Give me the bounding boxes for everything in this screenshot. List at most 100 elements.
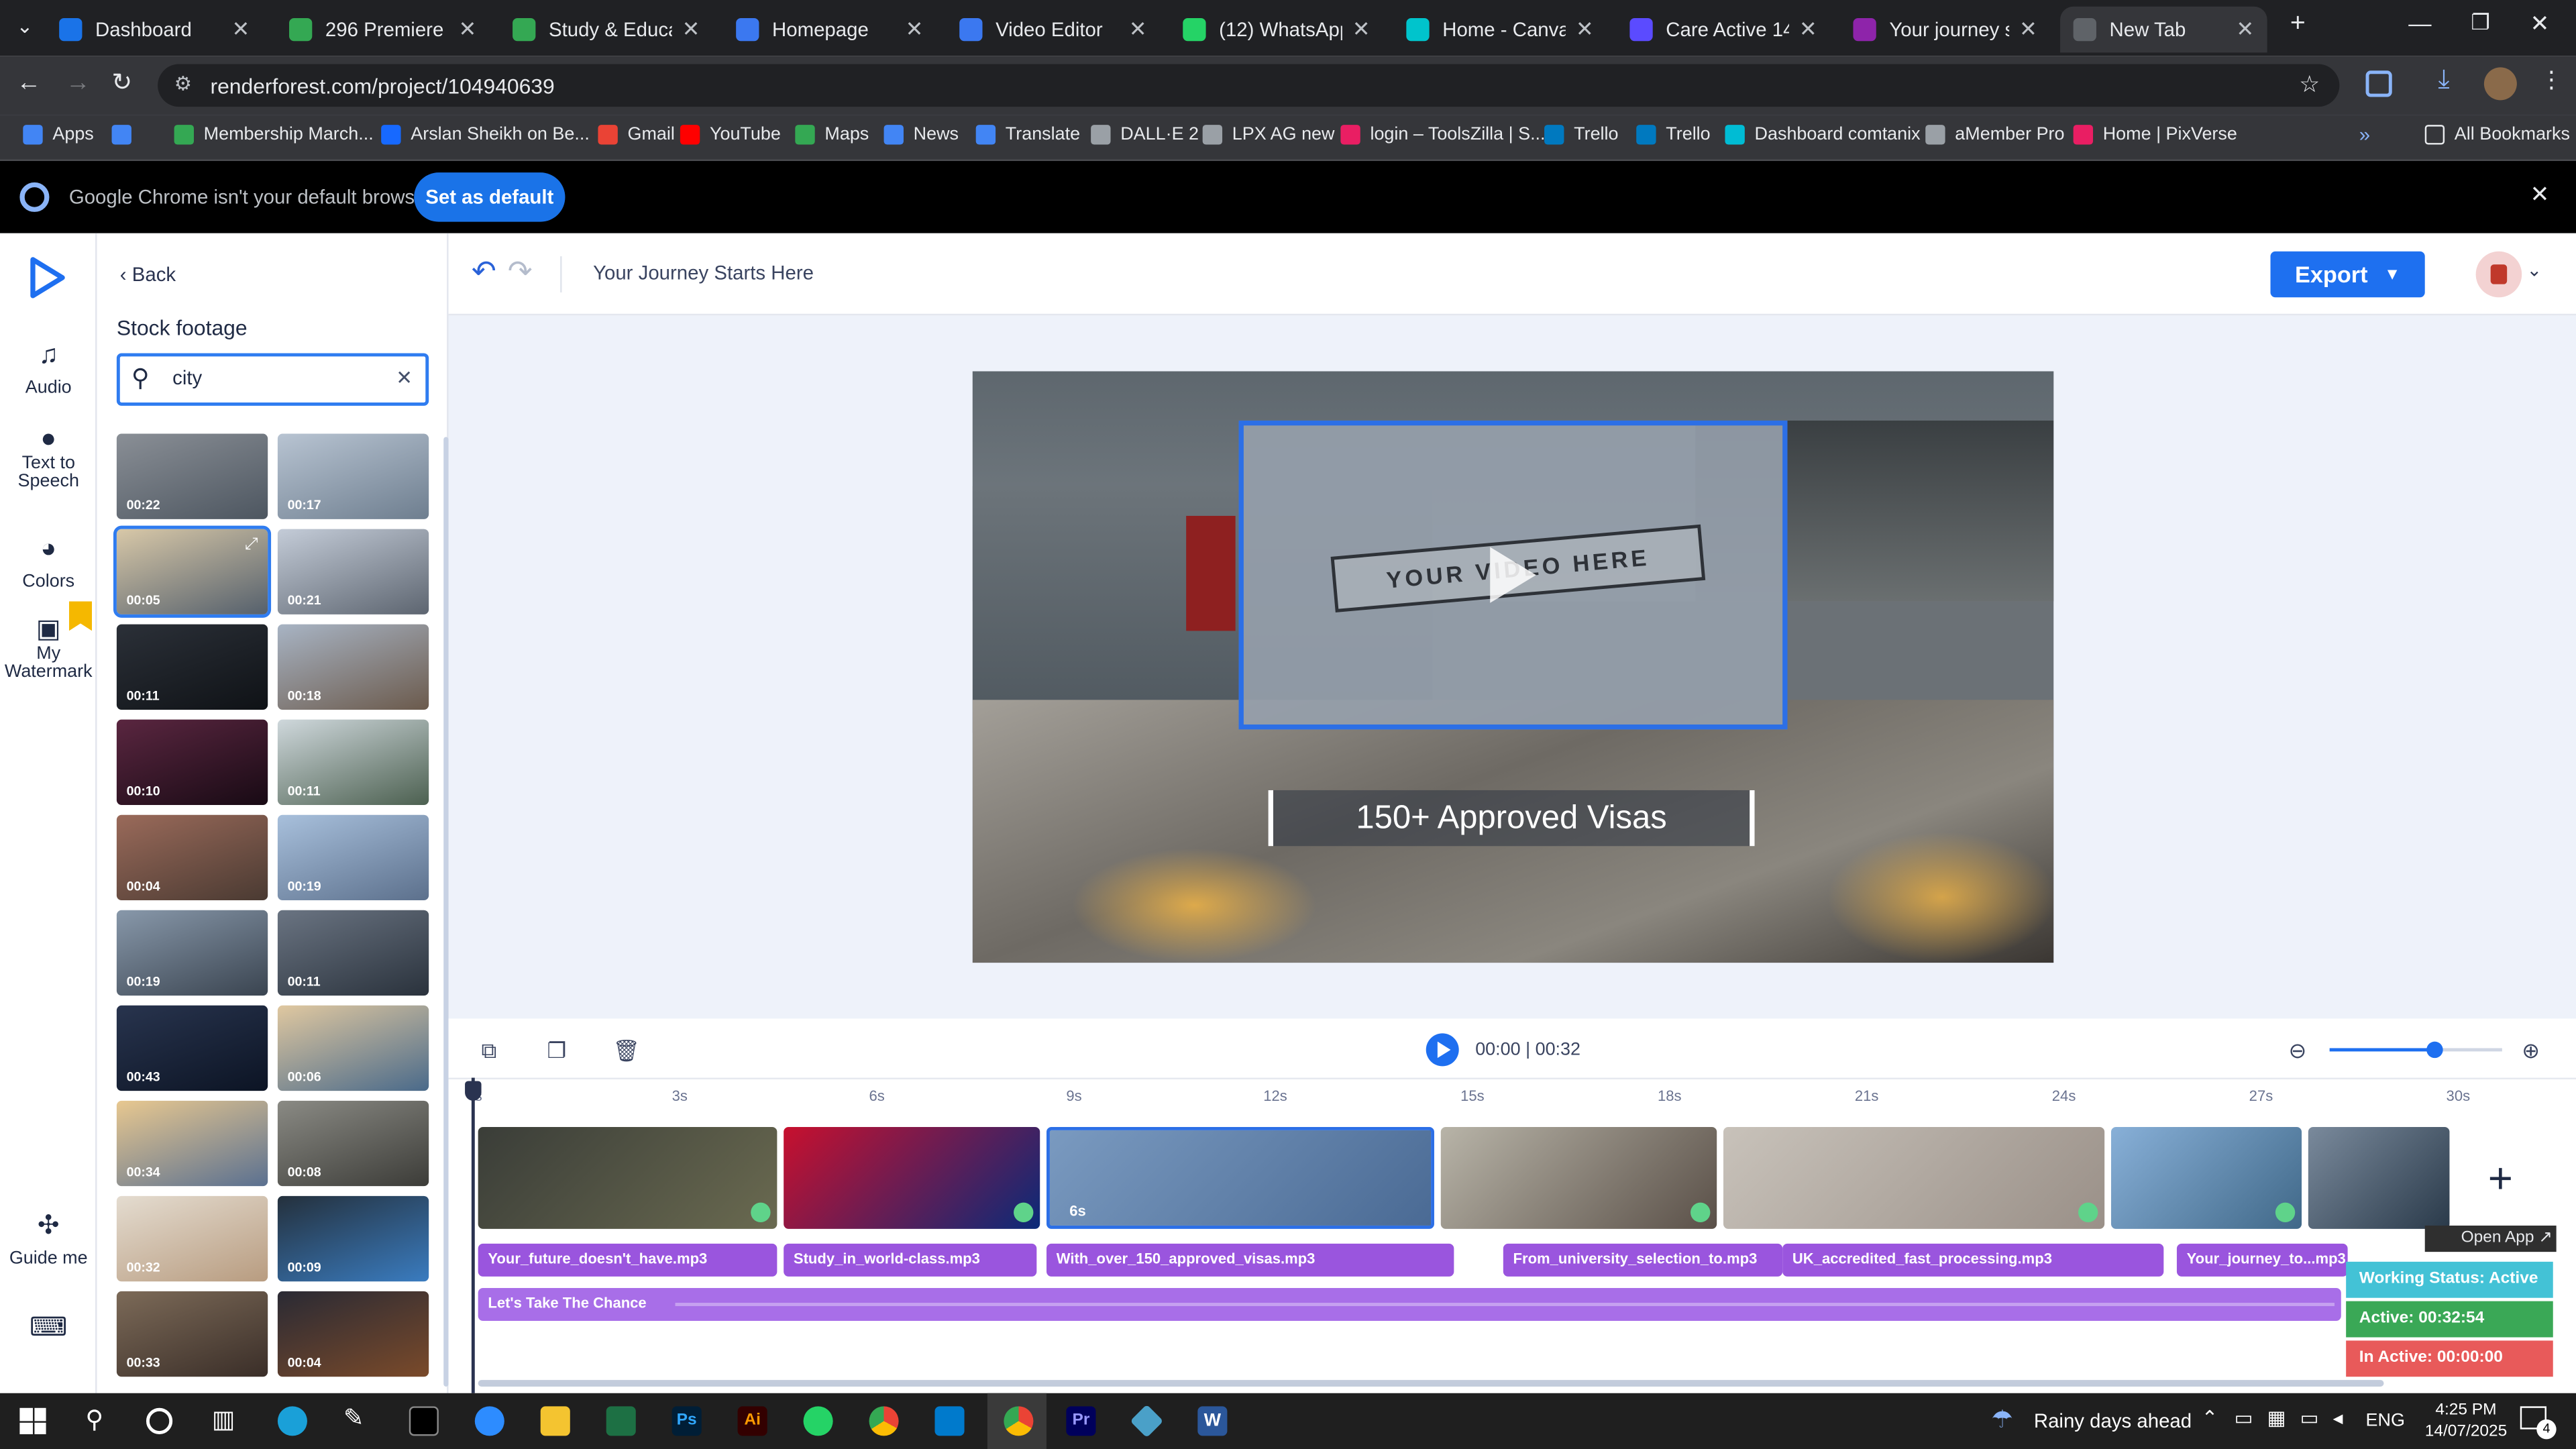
word-icon[interactable]: W — [1197, 1406, 1228, 1436]
tab-close-icon[interactable]: ✕ — [459, 16, 477, 42]
rail-audio[interactable]: ♫ Audio — [0, 341, 97, 397]
panel-scrollbar[interactable] — [443, 437, 449, 1387]
bookmark-item[interactable]: Gmail — [598, 125, 675, 145]
voiceover-track[interactable]: UK_accredited_fast_processing.mp3 — [1782, 1243, 2164, 1277]
set-as-default-button[interactable]: Set as default — [414, 172, 566, 222]
bookmark-item[interactable]: Home | PixVerse — [2073, 125, 2237, 145]
edge-icon[interactable] — [277, 1406, 307, 1436]
scene-clip[interactable] — [784, 1127, 1040, 1229]
voiceover-track[interactable]: From_university_selection_to.mp3 — [1503, 1243, 1783, 1277]
music-track[interactable]: Let's Take The Chance — [478, 1288, 2341, 1321]
chrome-taskbar-icon[interactable] — [869, 1406, 899, 1436]
stock-clip-thumbnail[interactable]: 00:05 ⤢ — [113, 525, 272, 618]
tray-chevron-icon[interactable]: ⌃ — [2202, 1406, 2218, 1429]
bookmark-item[interactable]: YouTube — [680, 125, 781, 145]
stock-clip-thumbnail[interactable]: 00:10 — [116, 719, 268, 806]
search-field[interactable]: ⚲ ✕ — [116, 353, 429, 406]
browser-tab[interactable]: Video Editor ✕ — [947, 7, 1160, 53]
stock-clip-thumbnail[interactable]: 00:21 — [277, 529, 429, 614]
stock-clip-thumbnail[interactable]: 00:11 — [116, 624, 268, 710]
tab-close-icon[interactable]: ✕ — [1352, 16, 1371, 42]
stock-clip-thumbnail[interactable]: 00:33 — [116, 1291, 268, 1377]
stock-clip-thumbnail[interactable]: 00:09 — [277, 1195, 429, 1282]
chrome-active-icon[interactable] — [1004, 1406, 1034, 1436]
scene-clip[interactable] — [1723, 1127, 2105, 1229]
split-scene-icon[interactable]: ⧉ — [482, 1038, 497, 1065]
playhead-line[interactable] — [471, 1077, 475, 1393]
video-placeholder[interactable]: YOUR VIDEO HERE — [1238, 420, 1788, 730]
profile-avatar[interactable] — [2483, 67, 2517, 101]
address-bar[interactable]: ⚙ renderforest.com/project/104940639 ☆ — [158, 64, 2340, 107]
browser-tab[interactable]: Home - Canva ✕ — [1393, 7, 1607, 53]
bookmark-item[interactable]: Dashboard comtanix — [1725, 125, 1921, 145]
browser-tab[interactable]: New Tab ✕ — [2060, 6, 2267, 53]
extensions-icon[interactable] — [2365, 70, 2392, 97]
bookmark-item[interactable]: News — [883, 125, 959, 145]
terminal-icon[interactable] — [409, 1406, 439, 1436]
account-chevron-icon[interactable]: ⌄ — [2527, 260, 2542, 280]
back-link[interactable]: ‹ Back — [120, 263, 176, 286]
photoshop-icon[interactable]: Ps — [672, 1406, 702, 1436]
browser-tab[interactable]: Care Active 14.7.2 ✕ — [1617, 7, 1830, 53]
stock-clip-thumbnail[interactable]: 00:22 — [116, 433, 268, 519]
redo-icon[interactable]: ↷ — [508, 255, 533, 289]
stock-clip-thumbnail[interactable]: 00:32 — [116, 1195, 268, 1282]
browser-tab[interactable]: 296 Premiere Pro ✕ — [276, 7, 489, 53]
meet-now-icon[interactable]: ▭ — [2235, 1406, 2253, 1429]
bookmark-item[interactable]: DALL·E 2 — [1091, 125, 1199, 145]
tab-close-icon[interactable]: ✕ — [2019, 16, 2037, 42]
playhead-handle[interactable] — [465, 1081, 482, 1101]
browser-tab[interactable]: Dashboard ✕ — [46, 7, 263, 53]
caption-text[interactable]: 150+ Approved Visas — [1268, 790, 1755, 847]
restore-window-icon[interactable]: ❐ — [2471, 10, 2490, 36]
all-bookmarks[interactable]: All Bookmarks — [2424, 125, 2570, 145]
zoom-slider-track[interactable] — [2329, 1041, 2502, 1059]
cortana-icon[interactable] — [146, 1407, 173, 1434]
pen-icon[interactable]: ✎ — [343, 1403, 364, 1433]
close-infobar-icon[interactable]: ✕ — [2530, 180, 2549, 209]
clock[interactable]: 4:25 PM 14/07/2025 — [2425, 1400, 2508, 1443]
close-window-icon[interactable]: ✕ — [2530, 10, 2549, 38]
new-tab-plus-icon[interactable]: + — [2290, 10, 2306, 40]
bookmark-item[interactable]: login – ToolsZilla | S... — [1340, 125, 1546, 145]
tab-close-icon[interactable]: ✕ — [682, 16, 700, 42]
keyboard-icon[interactable]: ⌨ — [0, 1311, 97, 1344]
app-diamond-icon[interactable] — [1130, 1404, 1164, 1438]
tab-close-icon[interactable]: ✕ — [2236, 16, 2254, 42]
stock-clip-thumbnail[interactable]: 00:04 — [277, 1291, 429, 1377]
search-taskbar-icon[interactable]: ⚲ — [85, 1405, 103, 1434]
scene-clip[interactable]: 6s — [1046, 1127, 1434, 1229]
stock-clip-thumbnail[interactable]: 00:08 — [277, 1100, 429, 1187]
stock-clip-thumbnail[interactable]: 00:11 — [277, 719, 429, 806]
display-icon[interactable]: ▭ — [2300, 1406, 2319, 1429]
scene-clip[interactable] — [2308, 1127, 2450, 1229]
bookmark-item[interactable]: Maps — [795, 125, 869, 145]
browser-tab[interactable]: (12) WhatsApp ✕ — [1170, 7, 1383, 53]
illustrator-icon[interactable]: Ai — [737, 1406, 767, 1436]
browser-tab[interactable]: Homepage ✕ — [723, 7, 936, 53]
forward-arrow-icon[interactable]: → — [66, 69, 91, 97]
stock-clip-thumbnail[interactable]: 00:17 — [277, 433, 429, 519]
export-button[interactable]: Export ▼ — [2270, 251, 2425, 298]
stock-clip-thumbnail[interactable]: 00:43 — [116, 1005, 268, 1091]
tab-search-icon[interactable]: ⌄ — [16, 15, 33, 38]
reload-icon[interactable]: ↻ — [112, 67, 133, 97]
site-info-icon[interactable]: ⚙ — [174, 72, 192, 95]
more-bookmarks-icon[interactable]: » — [2359, 123, 2370, 146]
open-app-link[interactable]: Open App ↗ — [2424, 1225, 2557, 1252]
stock-clip-thumbnail[interactable]: 00:19 — [277, 814, 429, 901]
back-arrow-icon[interactable]: ← — [16, 69, 41, 97]
expand-preview-icon[interactable]: ⤢ — [245, 535, 258, 553]
search-input[interactable] — [172, 366, 370, 390]
zoom-in-icon[interactable]: ⊕ — [2522, 1038, 2540, 1065]
rail-my-watermark[interactable]: ▣ My Watermark — [0, 617, 97, 682]
renderforest-logo[interactable] — [28, 256, 68, 299]
windows-start-icon[interactable] — [19, 1407, 46, 1434]
stock-clip-thumbnail[interactable]: 00:19 — [116, 910, 268, 996]
premiere-icon[interactable]: Pr — [1066, 1406, 1096, 1436]
stock-clip-thumbnail[interactable]: 00:06 — [277, 1005, 429, 1091]
minimize-window-icon[interactable]: — — [2408, 10, 2431, 36]
whatsapp-icon[interactable] — [803, 1406, 833, 1436]
zoom-slider-handle[interactable] — [2426, 1041, 2443, 1059]
tab-close-icon[interactable]: ✕ — [906, 16, 924, 42]
